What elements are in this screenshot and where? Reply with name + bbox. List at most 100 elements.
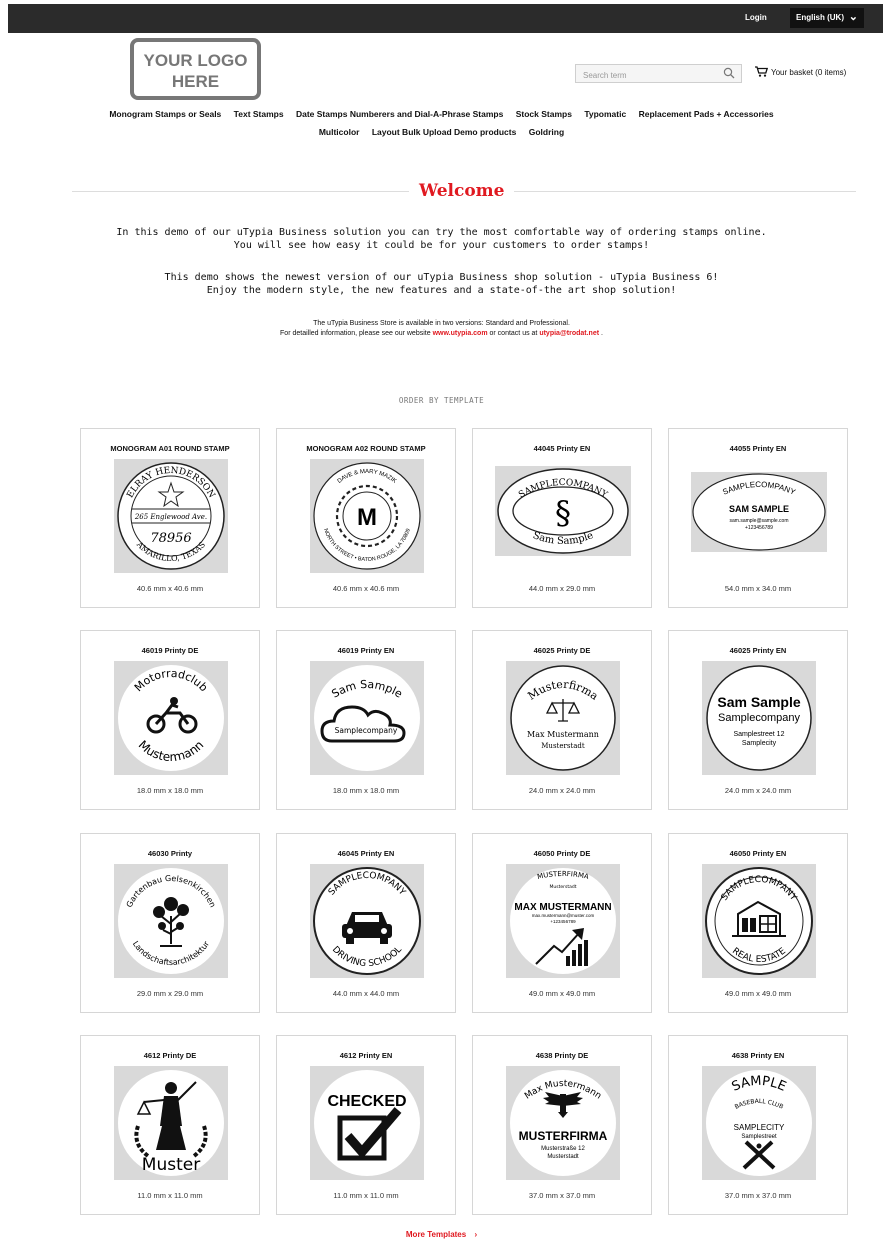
template-size: 11.0 mm x 11.0 mm <box>137 1191 203 1200</box>
template-size: 49.0 mm x 49.0 mm <box>724 989 792 998</box>
template-card[interactable]: 46050 Printy DE MUSTERFIRMA Musterstadt … <box>472 833 652 1013</box>
contact-text: . <box>601 330 603 337</box>
template-card[interactable]: 46019 Printy EN Sam Sample Samplecompany… <box>276 630 456 810</box>
stamp-text: Samplecompany <box>718 712 800 724</box>
intro-text: Enjoy the modern style, the new features… <box>206 284 677 296</box>
stamp-text: Muster <box>142 1155 200 1175</box>
stamp-text: Musterstadt <box>550 884 577 890</box>
template-card[interactable]: 4638 Printy DE Max Mustermann MUSTERFIRM… <box>472 1035 652 1215</box>
basket-link[interactable]: Your basket (0 items) <box>755 66 846 77</box>
stamp-text: Musterstadt <box>547 1154 579 1160</box>
template-size: 11.0 mm x 11.0 mm <box>333 1191 399 1200</box>
intro-text: You will see how easy it could be for yo… <box>233 239 650 251</box>
template-card[interactable]: 46019 Printy DE Motorradclub Mustermann … <box>80 630 260 810</box>
template-title: 46050 Printy DE <box>533 849 591 858</box>
nav-item-bulk-upload[interactable]: Layout Bulk Upload Demo products <box>372 127 517 137</box>
nav-item-goldring[interactable]: Goldring <box>529 127 564 137</box>
logo-line-1: YOUR LOGO <box>143 51 248 70</box>
template-preview: SAMPLECOMPANY REAL ESTATE <box>702 864 816 978</box>
template-card[interactable]: MONOGRAM A01 ROUND STAMP ELRAY HENDERSON… <box>80 428 260 608</box>
template-size: 24.0 mm x 24.0 mm <box>528 786 596 795</box>
intro-text: In this demo of our uTypia Business solu… <box>116 227 767 238</box>
stamp-text: MUSTERFIRMA <box>519 1129 608 1143</box>
email-link[interactable]: utypia@trodat.net <box>539 330 599 337</box>
main-nav-row-1: Monogram Stamps or Seals Text Stamps Dat… <box>0 109 883 119</box>
nav-item-typomatic[interactable]: Typomatic <box>584 109 626 119</box>
template-size: 44.0 mm x 29.0 mm <box>528 584 596 593</box>
template-card[interactable]: 46030 Printy Gartenbau Gelsenkirchen Lan… <box>80 833 260 1013</box>
template-title: 4638 Printy EN <box>731 1051 785 1060</box>
stamp-text: Samplecity <box>742 740 777 747</box>
template-preview: CHECKED <box>310 1066 424 1180</box>
stamp-text: 78956 <box>150 531 191 546</box>
stamp-text: Samplestreet 12 <box>734 731 785 738</box>
template-size: 24.0 mm x 24.0 mm <box>724 786 792 795</box>
template-card[interactable]: 44045 Printy EN SAMPLECOMPANY Sam Sample… <box>472 428 652 608</box>
template-size: 18.0 mm x 18.0 mm <box>136 786 204 795</box>
intro-text: This demo shows the newest version of ou… <box>164 272 719 283</box>
login-link[interactable]: Login <box>745 13 767 22</box>
template-title: 44045 Printy EN <box>533 444 591 453</box>
contact-text: or contact us at <box>489 330 538 337</box>
template-card[interactable]: 46025 Printy EN Sam Sample Samplecompany… <box>668 630 848 810</box>
template-size: 40.6 mm x 40.6 mm <box>136 584 204 593</box>
nav-item-text-stamps[interactable]: Text Stamps <box>234 109 284 119</box>
template-size: 44.0 mm x 44.0 mm <box>332 989 400 998</box>
stamp-text: 265 Englewood Ave. <box>134 513 207 521</box>
search-input[interactable] <box>576 67 716 84</box>
stamp-text: Samplecompany <box>335 726 398 735</box>
template-card[interactable]: MONOGRAM A02 ROUND STAMP DAVE & MARY MAZ… <box>276 428 456 608</box>
stamp-monogram: M <box>357 504 377 531</box>
template-preview: SAMPLE BASEBALL CLUB SAMPLECITY Samplest… <box>702 1066 816 1180</box>
template-size: 54.0 mm x 34.0 mm <box>724 584 792 593</box>
template-title: MONOGRAM A02 ROUND STAMP <box>306 444 426 453</box>
template-card[interactable]: 46045 Printy EN SAMPLECOMPANY DRIVING SC… <box>276 833 456 1013</box>
more-templates-label: More Templates <box>405 1230 467 1239</box>
nav-item-date-stamps[interactable]: Date Stamps Numberers and Dial-A-Phrase … <box>296 109 503 119</box>
stamp-text: +123456789 <box>550 919 576 924</box>
stamp-text: Samplestreet <box>741 1134 777 1140</box>
template-size: 49.0 mm x 49.0 mm <box>528 989 596 998</box>
template-card[interactable]: 46025 Printy DE Musterfirma Max Musterma… <box>472 630 652 810</box>
template-card[interactable]: 4638 Printy EN SAMPLE BASEBALL CLUB SAMP… <box>668 1035 848 1215</box>
nav-item-multicolor[interactable]: Multicolor <box>319 127 360 137</box>
template-title: 46019 Printy DE <box>141 646 199 655</box>
site-logo[interactable]: YOUR LOGO HERE <box>130 38 261 100</box>
template-preview: ELRAY HENDERSON AMARILLO, TEXAS 265 Engl… <box>114 459 228 573</box>
stamp-text: Musterstraße 12 <box>541 1146 585 1152</box>
stamp-text: Musterstadt <box>541 742 585 750</box>
template-size: 37.0 mm x 37.0 mm <box>724 1191 792 1200</box>
template-title: 46030 Printy <box>147 849 193 858</box>
template-preview: Musterfirma Max Mustermann Musterstadt <box>506 661 620 775</box>
language-label: English (UK) <box>796 13 844 22</box>
template-size: 29.0 mm x 29.0 mm <box>136 989 204 998</box>
contact-note: For detailled information, please see ou… <box>0 328 883 339</box>
nav-item-monogram[interactable]: Monogram Stamps or Seals <box>109 109 221 119</box>
template-preview: Sam Sample Samplecompany Samplestreet 12… <box>702 661 816 775</box>
template-title: 46019 Printy EN <box>337 646 395 655</box>
nav-item-stock-stamps[interactable]: Stock Stamps <box>516 109 572 119</box>
template-card[interactable]: 44055 Printy EN SAMPLECOMPANY SAM SAMPLE… <box>668 428 848 608</box>
chevron-down-icon: ⌄ <box>848 11 858 23</box>
template-preview: MUSTERFIRMA Musterstadt MAX MUSTERMANN m… <box>506 864 620 978</box>
template-card[interactable]: 4612 Printy EN CHECKED 11.0 mm x 11.0 mm <box>276 1035 456 1215</box>
language-selector[interactable]: English (UK) ⌄ <box>790 8 864 28</box>
more-templates-link[interactable]: More Templates › <box>0 1230 883 1239</box>
template-size: 18.0 mm x 18.0 mm <box>332 786 400 795</box>
stamp-text: max.mustermann@muster.com <box>532 913 595 918</box>
contact-text: For detailled information, please see ou… <box>280 330 431 337</box>
template-preview: Sam Sample Samplecompany <box>310 661 424 775</box>
main-nav-row-2: Multicolor Layout Bulk Upload Demo produ… <box>0 127 883 137</box>
template-card[interactable]: 4612 Printy DE Muster 11.0 mm x 11.0 mm <box>80 1035 260 1215</box>
template-preview: Motorradclub Mustermann <box>114 661 228 775</box>
template-card[interactable]: 46050 Printy EN SAMPLECOMPANY REAL ESTAT… <box>668 833 848 1013</box>
website-link[interactable]: www.utypia.com <box>433 330 488 337</box>
template-title: 46025 Printy DE <box>533 646 591 655</box>
nav-item-replacement-pads[interactable]: Replacement Pads + Accessories <box>639 109 774 119</box>
template-preview: DAVE & MARY MAZIK NORTH STREET • BATON R… <box>310 459 424 573</box>
template-title: 4612 Printy EN <box>339 1051 393 1060</box>
template-title: 4638 Printy DE <box>535 1051 589 1060</box>
template-preview: Gartenbau Gelsenkirchen Landschaftsarchi… <box>114 864 228 978</box>
stamp-symbol: § <box>555 494 571 532</box>
search-icon[interactable] <box>723 67 735 79</box>
